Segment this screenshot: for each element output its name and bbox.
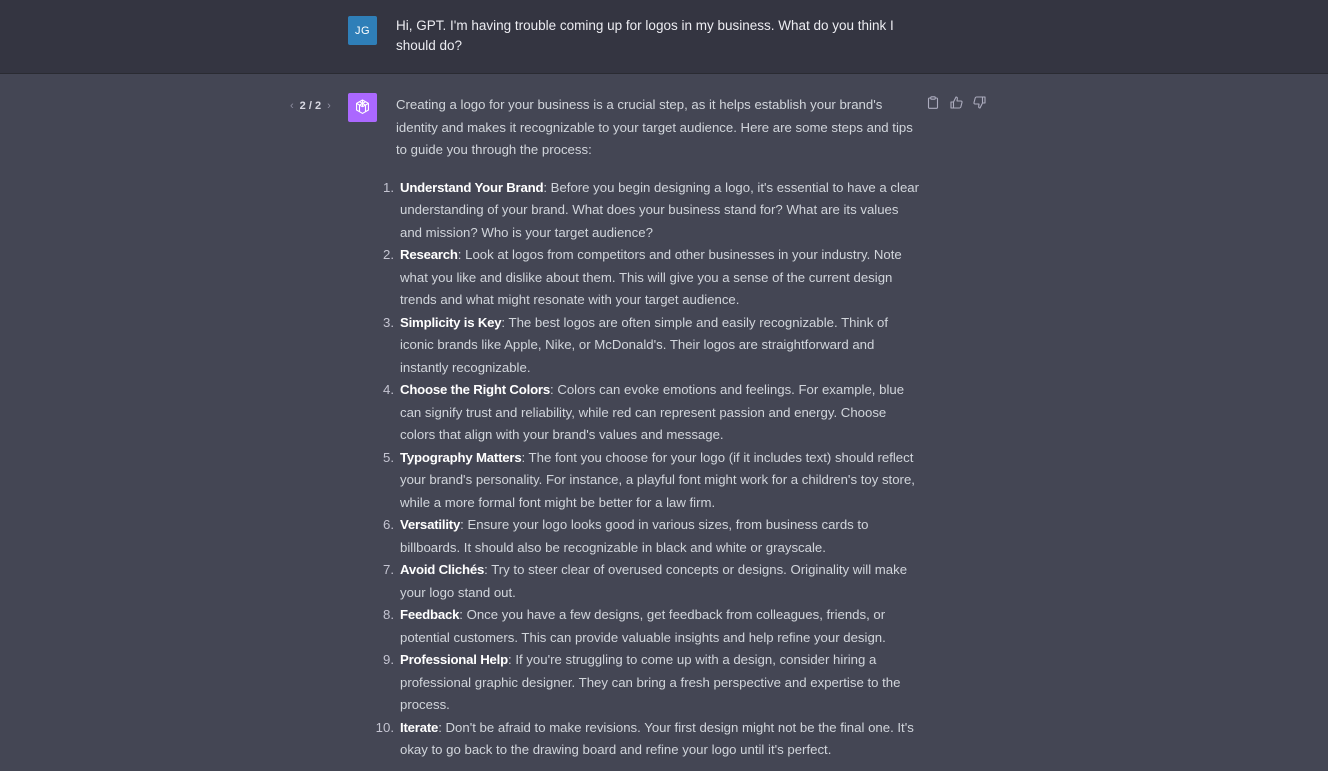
thumbs-down-icon[interactable] bbox=[972, 95, 986, 109]
list-item-title: Understand Your Brand bbox=[400, 179, 544, 195]
list-item-number: 9. bbox=[383, 652, 394, 667]
list-item: 7. Avoid Clichés: Try to steer clear of o… bbox=[383, 559, 920, 604]
list-item: 10. Iterate: Don't be afraid to make revi… bbox=[376, 717, 920, 762]
list-item-text: : Ensure your logo looks good in various… bbox=[400, 517, 869, 555]
list-item-number: 4. bbox=[383, 382, 394, 397]
response-pager: ‹ 2 / 2 › bbox=[290, 100, 331, 112]
chevron-right-icon[interactable]: › bbox=[327, 100, 331, 112]
list-item-title: Avoid Clichés bbox=[400, 562, 485, 577]
list-item-number: 2. bbox=[383, 247, 394, 262]
list-item: 9. Professional Help: If you're strugglin… bbox=[383, 649, 920, 717]
list-item-text: : Once you have a few designs, get feedb… bbox=[400, 607, 886, 645]
assistant-message-text: Creating a logo for your business is a c… bbox=[376, 94, 920, 762]
steps-list: 1. Understand Your Brand: Before you begi… bbox=[376, 177, 920, 762]
user-message-text: Hi, GPT. I'm having trouble coming up fo… bbox=[396, 18, 894, 53]
list-item: 2. Research: Look at logos from competito… bbox=[383, 244, 920, 312]
list-item-title: Choose the Right Colors bbox=[400, 382, 550, 397]
list-item: 5. Typography Matters: The font you choos… bbox=[383, 447, 920, 515]
reply-intro: Creating a logo for your business is a c… bbox=[396, 97, 913, 157]
list-item-number: 7. bbox=[383, 562, 394, 577]
response-count: 2 / 2 bbox=[299, 100, 322, 112]
list-item: 8. Feedback: Once you have a few designs,… bbox=[383, 604, 920, 649]
chevron-left-icon[interactable]: ‹ bbox=[290, 100, 294, 112]
list-item-number: 5. bbox=[383, 449, 394, 465]
list-item-number: 3. bbox=[383, 314, 394, 330]
list-item-number: 8. bbox=[383, 607, 394, 622]
thumbs-up-icon[interactable] bbox=[949, 95, 963, 109]
list-item-text: : Look at logos from competitors and oth… bbox=[400, 247, 902, 307]
openai-logo-icon bbox=[348, 93, 377, 122]
list-item-text: : Don't be afraid to make revisions. You… bbox=[400, 719, 914, 758]
list-item-title: Research bbox=[400, 247, 458, 262]
message-actions bbox=[926, 95, 986, 109]
list-item: 4. Choose the Right Colors: Colors can ev… bbox=[383, 379, 920, 447]
list-item-title: Versatility bbox=[400, 517, 461, 532]
user-avatar: JG bbox=[348, 16, 377, 45]
list-item-title: Typography Matters bbox=[400, 449, 522, 465]
clipboard-icon[interactable] bbox=[926, 95, 940, 109]
assistant-message-row: ‹ 2 / 2 › Creating a logo for your busin… bbox=[0, 75, 1328, 771]
list-item-title: Professional Help bbox=[400, 652, 508, 667]
list-item-number: 6. bbox=[383, 517, 394, 532]
list-item-number: 1. bbox=[383, 179, 394, 195]
list-item: 6. Versatility: Ensure your logo looks go… bbox=[383, 514, 920, 559]
list-item-title: Simplicity is Key bbox=[400, 314, 502, 330]
list-item: 3. Simplicity is Key: The best logos are … bbox=[383, 312, 920, 380]
list-item: 1. Understand Your Brand: Before you begi… bbox=[383, 177, 920, 245]
list-item-title: Iterate bbox=[400, 719, 439, 735]
list-item-number: 10. bbox=[375, 719, 394, 735]
list-item-title: Feedback bbox=[400, 607, 460, 622]
user-message-row: JG Hi, GPT. I'm having trouble coming up… bbox=[0, 0, 1328, 74]
